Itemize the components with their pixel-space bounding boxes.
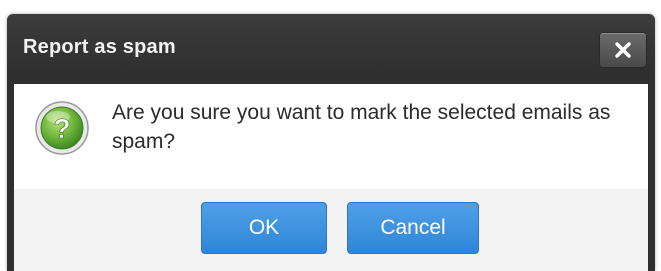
report-spam-dialog: Report as spam ? Are you sure you want t… <box>7 14 655 271</box>
dialog-message: Are you sure you want to mark the select… <box>112 101 611 153</box>
dialog-footer: OK Cancel <box>14 189 648 271</box>
dialog-content: ? Are you sure you want to mark the sele… <box>14 84 648 189</box>
dialog-titlebar: Report as spam <box>7 14 655 84</box>
ok-button[interactable]: OK <box>201 202 327 254</box>
svg-text:?: ? <box>53 113 70 144</box>
close-icon <box>615 42 631 58</box>
question-icon: ? <box>35 101 89 155</box>
close-button[interactable] <box>599 32 647 68</box>
cancel-button[interactable]: Cancel <box>347 202 479 254</box>
dialog-title: Report as spam <box>23 36 176 58</box>
